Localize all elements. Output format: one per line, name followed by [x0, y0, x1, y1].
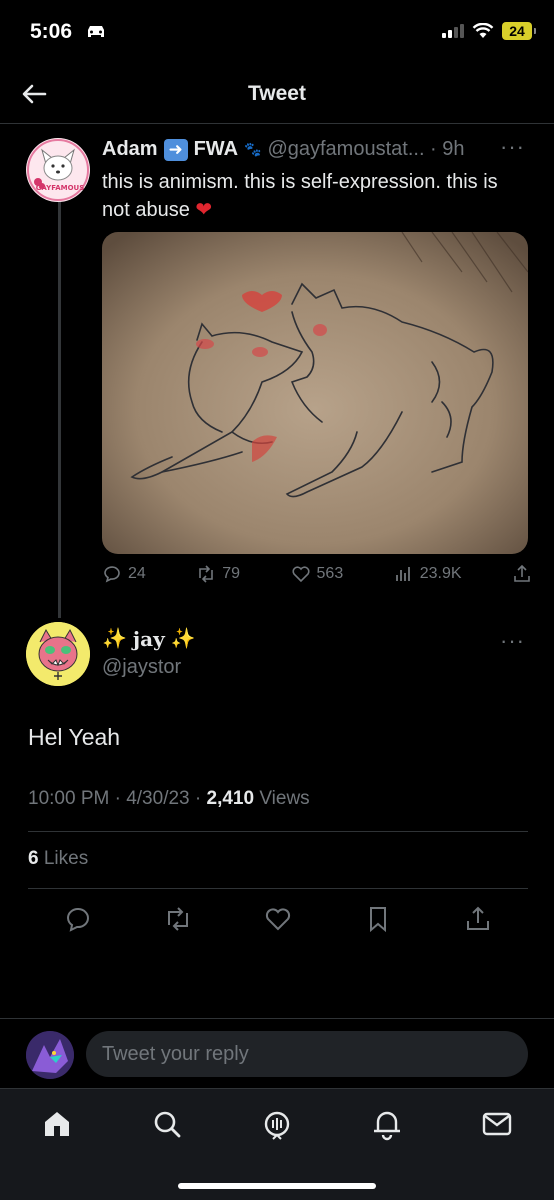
home-indicator[interactable] — [178, 1183, 376, 1189]
avatar[interactable]: GAYFAMOUS — [26, 138, 90, 202]
paw-prints-icon: 🐾 — [244, 141, 262, 157]
car-icon — [88, 26, 104, 37]
reply-button[interactable]: 24 — [102, 564, 146, 584]
dragon-avatar-icon — [26, 1031, 74, 1079]
creature-avatar-icon — [26, 622, 90, 686]
my-avatar[interactable] — [26, 1031, 74, 1079]
sparkle-emoji-icon: ✨ — [102, 628, 127, 650]
views-count: 23.9K — [419, 565, 462, 582]
top-nav: Tweet — [0, 64, 554, 124]
retweet-button[interactable]: 79 — [196, 564, 240, 584]
status-indicators: 24 — [442, 22, 536, 40]
handle-time: @gayfamoustat... · 9h — [267, 138, 465, 160]
dog-avatar-icon: GAYFAMOUS — [27, 139, 89, 201]
likes-count: 6 — [28, 848, 39, 869]
retweet-icon[interactable] — [163, 904, 193, 934]
handle[interactable]: @jaystor — [102, 656, 181, 679]
likes-label: Likes — [38, 848, 89, 869]
svg-text:GAYFAMOUS: GAYFAMOUS — [36, 184, 85, 192]
more-icon[interactable]: ··· — [500, 628, 525, 654]
main-tweet-actions — [28, 904, 528, 934]
reply-composer — [0, 1018, 554, 1090]
bookmark-icon[interactable] — [363, 904, 393, 934]
views-icon — [395, 567, 410, 581]
views-button[interactable]: 23.9K — [394, 564, 462, 584]
like-button[interactable]: 563 — [291, 564, 344, 584]
share-icon[interactable] — [463, 904, 493, 934]
display-name[interactable]: Adam — [102, 138, 158, 161]
reply-input[interactable] — [86, 1031, 528, 1077]
battery-indicator: 24 — [502, 22, 536, 40]
spaces-icon[interactable] — [260, 1107, 294, 1141]
tattoo-photo — [102, 232, 528, 554]
notifications-icon[interactable] — [370, 1107, 404, 1141]
quoted-tweet-actions: 24 79 563 23.9K — [102, 564, 532, 584]
views-count[interactable]: 2,410 — [207, 788, 255, 809]
share-button[interactable] — [512, 564, 532, 584]
messages-icon[interactable] — [480, 1107, 514, 1141]
heart-emoji-icon: ❤ — [195, 199, 213, 221]
display-name: jay — [132, 626, 165, 651]
divider — [28, 888, 528, 889]
page-title: Tweet — [248, 82, 306, 105]
retweet-icon — [199, 565, 214, 583]
views-label: Views — [254, 788, 310, 809]
cell-signal-icon — [442, 24, 464, 38]
status-time: 5:06 — [30, 20, 73, 43]
wifi-icon — [472, 23, 494, 38]
sparkle-emoji-icon: ✨ — [170, 628, 196, 650]
divider — [28, 831, 528, 832]
quoted-tweet-text: this is animism. this is self-expression… — [102, 168, 522, 224]
main-display-name[interactable]: ✨ jay ✨ — [102, 626, 196, 651]
retweet-count: 79 — [222, 565, 241, 582]
thread-connector — [58, 200, 61, 618]
search-icon[interactable] — [150, 1107, 184, 1141]
main-tweet-text: Hel Yeah — [28, 724, 121, 750]
home-icon[interactable] — [40, 1107, 74, 1141]
avatar[interactable] — [26, 622, 90, 686]
more-icon[interactable]: ··· — [500, 134, 525, 160]
quoted-tweet-header: Adam ➜ FWA 🐾 @gayfamoustat... · 9h — [102, 138, 532, 161]
display-name-suffix[interactable]: FWA — [194, 138, 238, 161]
timestamp: 10:00 PM · 4/30/23 · — [28, 788, 207, 809]
arrow-emoji-icon: ➜ — [163, 138, 188, 161]
tweet-image[interactable] — [102, 232, 528, 554]
share-icon — [514, 564, 530, 582]
like-count: 563 — [316, 565, 344, 582]
likes-summary[interactable]: 6 Likes — [28, 848, 88, 870]
reply-icon — [104, 566, 120, 583]
tweet-meta: 10:00 PM · 4/30/23 · 2,410 Views — [28, 788, 310, 810]
reply-count: 24 — [128, 565, 146, 582]
status-bar: 5:06 24 — [0, 0, 554, 64]
tweet-body: this is animism. this is self-expression… — [102, 171, 498, 221]
like-icon[interactable] — [263, 904, 293, 934]
like-icon — [291, 566, 310, 583]
reply-icon[interactable] — [63, 904, 93, 934]
